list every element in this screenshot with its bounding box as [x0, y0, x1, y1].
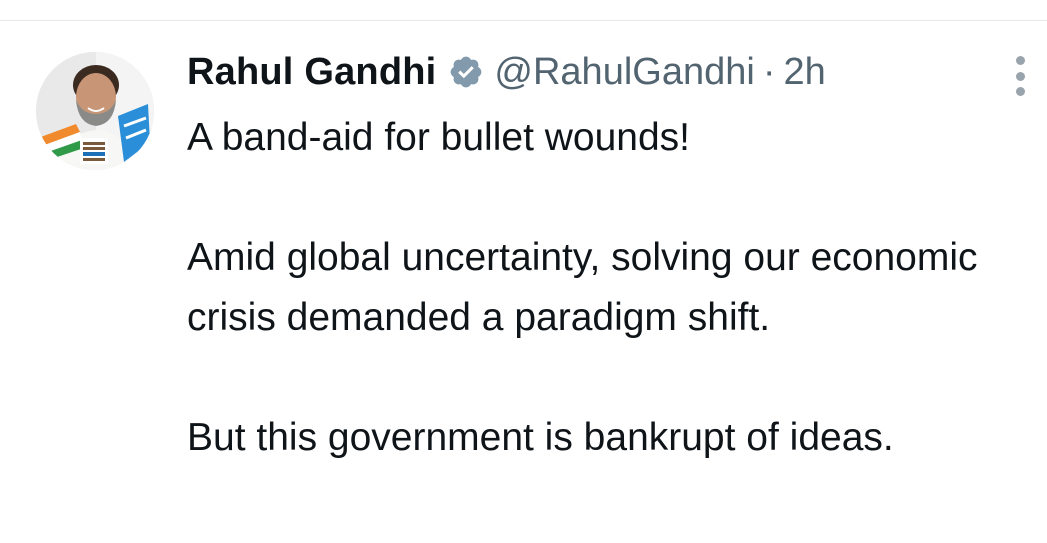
timestamp[interactable]: 2h — [783, 51, 825, 94]
avatar-image — [36, 52, 154, 170]
more-vertical-icon[interactable] — [1008, 56, 1032, 96]
tweet-paragraph-1: A band-aid for bullet wounds! — [187, 116, 691, 159]
more-dot-2 — [1015, 71, 1025, 81]
tweet-paragraph-3: But this government is bankrupt of ideas… — [187, 416, 894, 459]
more-dot-1 — [1015, 56, 1025, 65]
separator-dot: · — [762, 50, 776, 93]
tweet-paragraph-2: Amid global uncertainty, solving our eco… — [187, 236, 978, 339]
display-name[interactable]: Rahul Gandhi — [187, 51, 436, 94]
avatar[interactable] — [36, 52, 154, 170]
top-divider — [0, 20, 1047, 21]
tweet-header: Rahul Gandhi @RahulGandhi · 2h — [187, 50, 826, 94]
tweet-text: A band-aid for bullet wounds! Amid globa… — [187, 108, 1037, 468]
verified-badge-icon — [448, 54, 484, 90]
handle[interactable]: @RahulGandhi — [494, 51, 754, 94]
more-dot-3 — [1015, 87, 1025, 96]
